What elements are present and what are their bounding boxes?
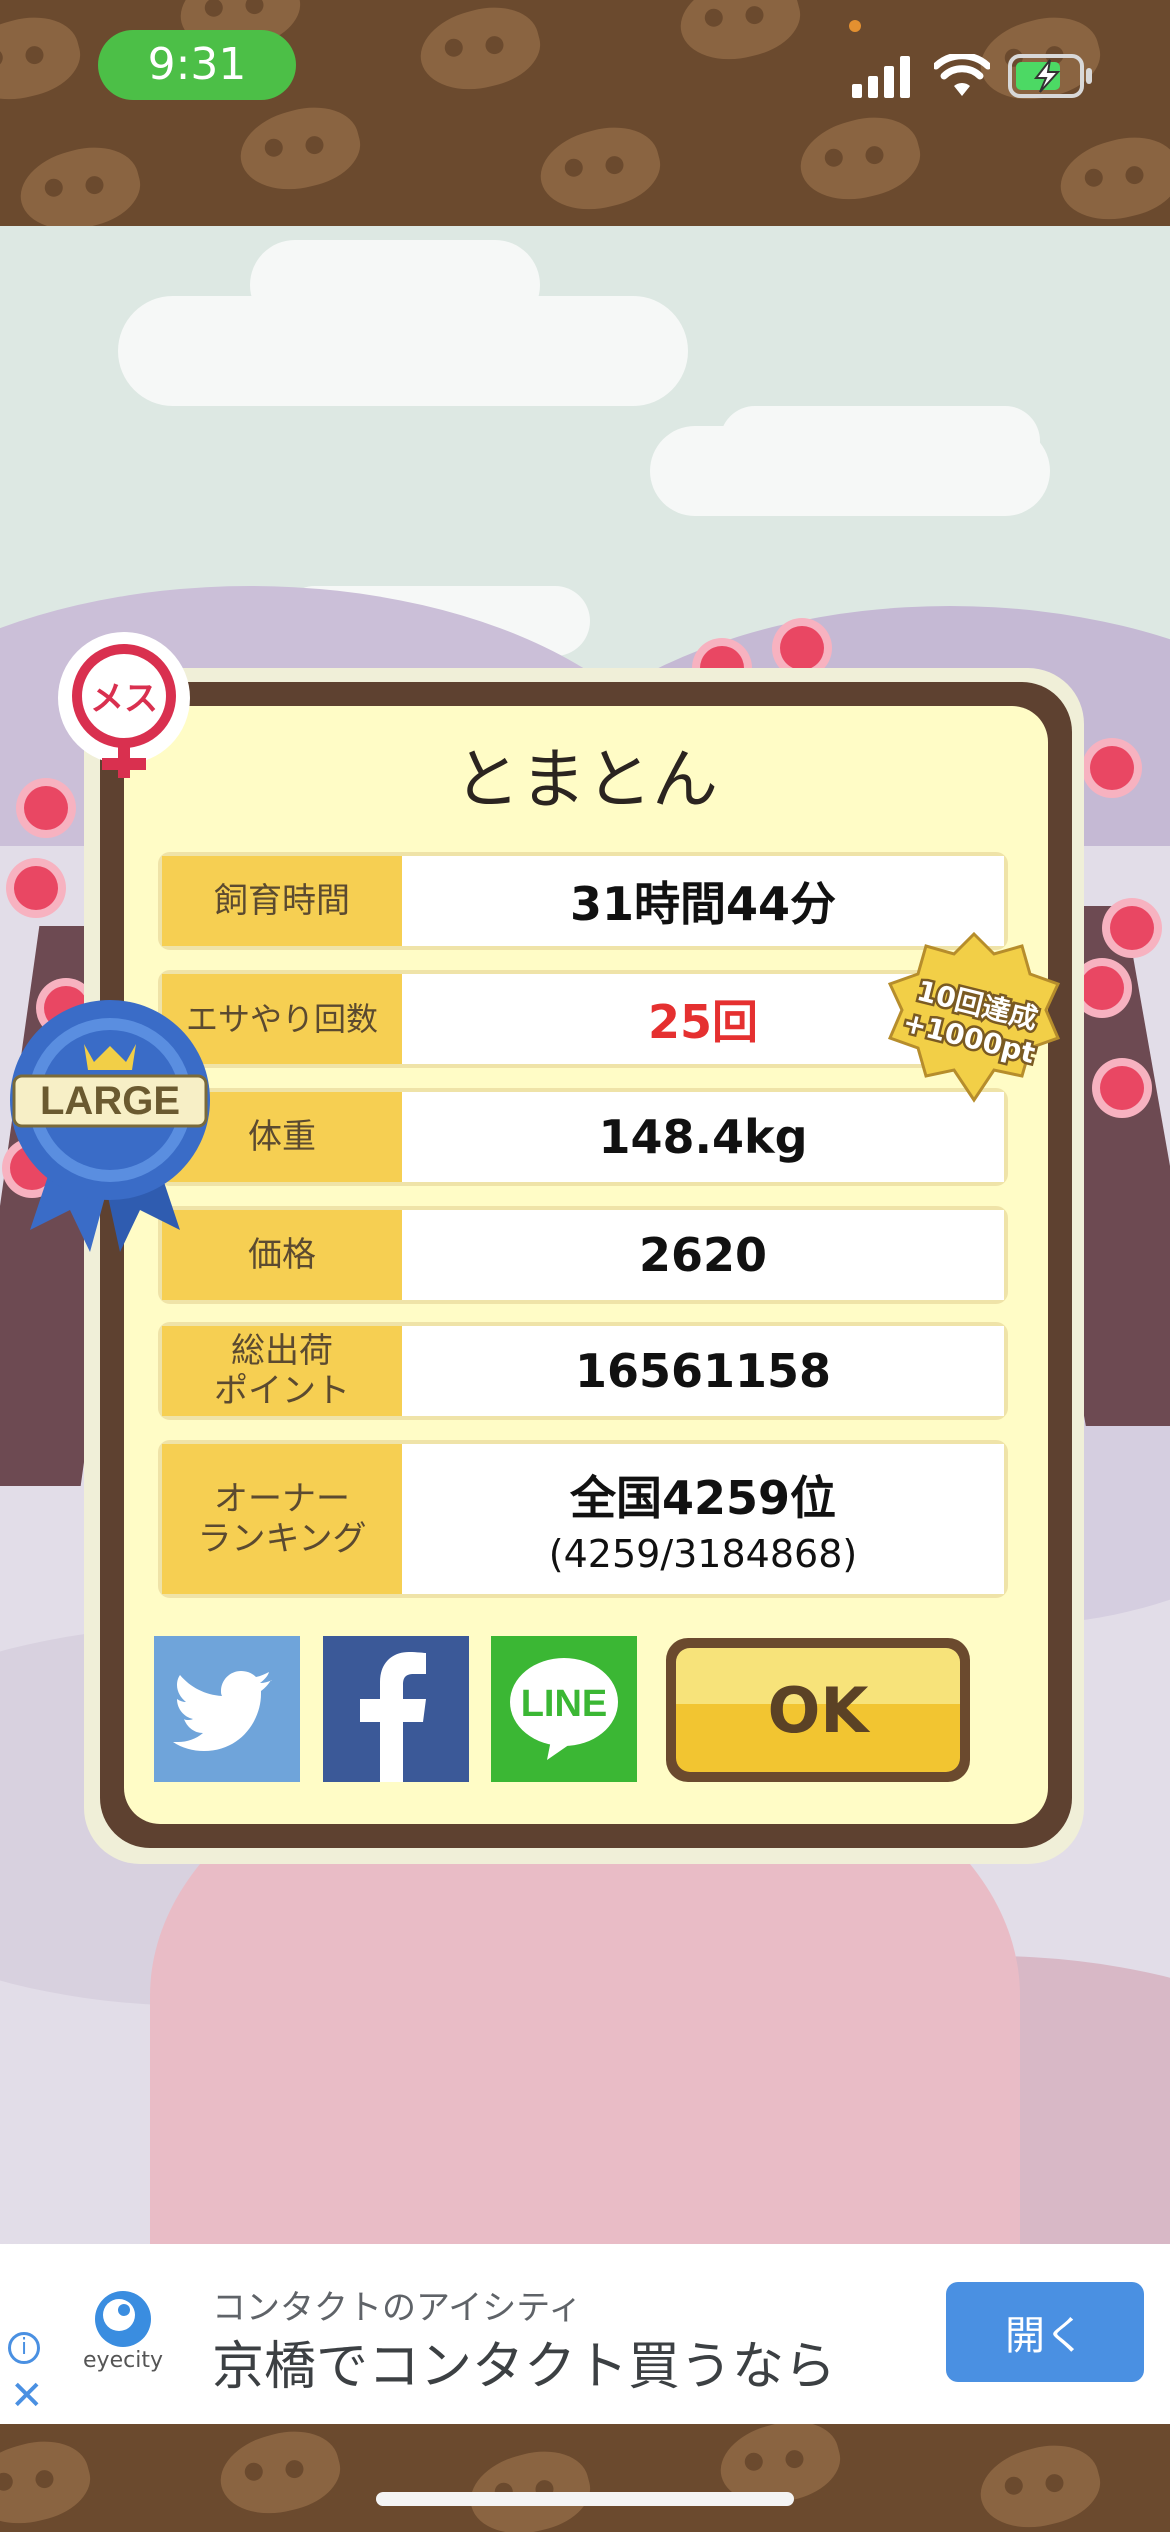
home-indicator[interactable] [376,2492,794,2506]
stat-row-price: 価格 2620 [158,1206,1008,1304]
large-size-badge: LARGE [10,1000,210,1252]
status-time: 9:31 [98,30,296,100]
share-facebook-button[interactable] [323,1636,469,1782]
stat-row-feed-count: エサやり回数 25回 [158,970,1008,1068]
share-twitter-button[interactable] [154,1636,300,1782]
line-logo-text: LINE [521,1683,608,1725]
stat-label: 飼育時間 [162,856,402,946]
ranking-value: 全国4259位 (4259/3184868) [402,1444,1004,1594]
wifi-icon [934,54,990,96]
ok-button-label: OK [676,1648,960,1772]
stat-value: 2620 [402,1210,1004,1300]
stat-label: オーナー ランキング [162,1444,402,1594]
line-icon: LINE [510,1658,618,1760]
ad-title: 京橋でコンタクト買うなら [212,2337,837,2397]
female-badge: メス [58,632,190,778]
eyecity-logo-icon [95,2291,151,2347]
facebook-icon [360,1652,426,1782]
ad-open-button[interactable]: 開く [946,2282,1144,2382]
ad-info-icon[interactable]: i [8,2332,40,2364]
ranking-national: 全国4259位 [569,1471,837,1525]
share-line-button[interactable]: LINE [491,1636,637,1782]
ok-button[interactable]: OK [666,1638,970,1782]
pig-name-title: とまとん [454,741,718,818]
large-badge-label: LARGE [40,1079,180,1123]
stat-value: 16561158 [402,1326,1004,1416]
ranking-detail: (4259/3184868) [548,1532,858,1576]
stat-row-owner-ranking: オーナー ランキング 全国4259位 (4259/3184868) [158,1440,1008,1598]
battery-charging-icon [1008,54,1092,98]
signal-icon [852,56,910,98]
stat-label: 総出荷 ポイント [162,1326,402,1416]
twitter-icon [173,1671,272,1751]
feed-bonus-badge: 10回達成 +1000pt [887,931,1061,1103]
stat-row-raising-time: 飼育時間 31時間44分 [158,852,1008,950]
bottom-pattern-band [0,2424,1170,2532]
ad-subtitle: コンタクトのアイシティ [212,2288,583,2328]
ad-brand-name: eyecity [83,2348,163,2373]
stat-row-shipping-points: 総出荷 ポイント 16561158 [158,1322,1008,1420]
ad-close-icon[interactable]: ✕ [10,2376,44,2416]
privacy-indicator-dot [849,20,861,32]
stat-row-weight: 体重 148.4kg [158,1088,1008,1186]
female-badge-label: メス [90,679,158,719]
